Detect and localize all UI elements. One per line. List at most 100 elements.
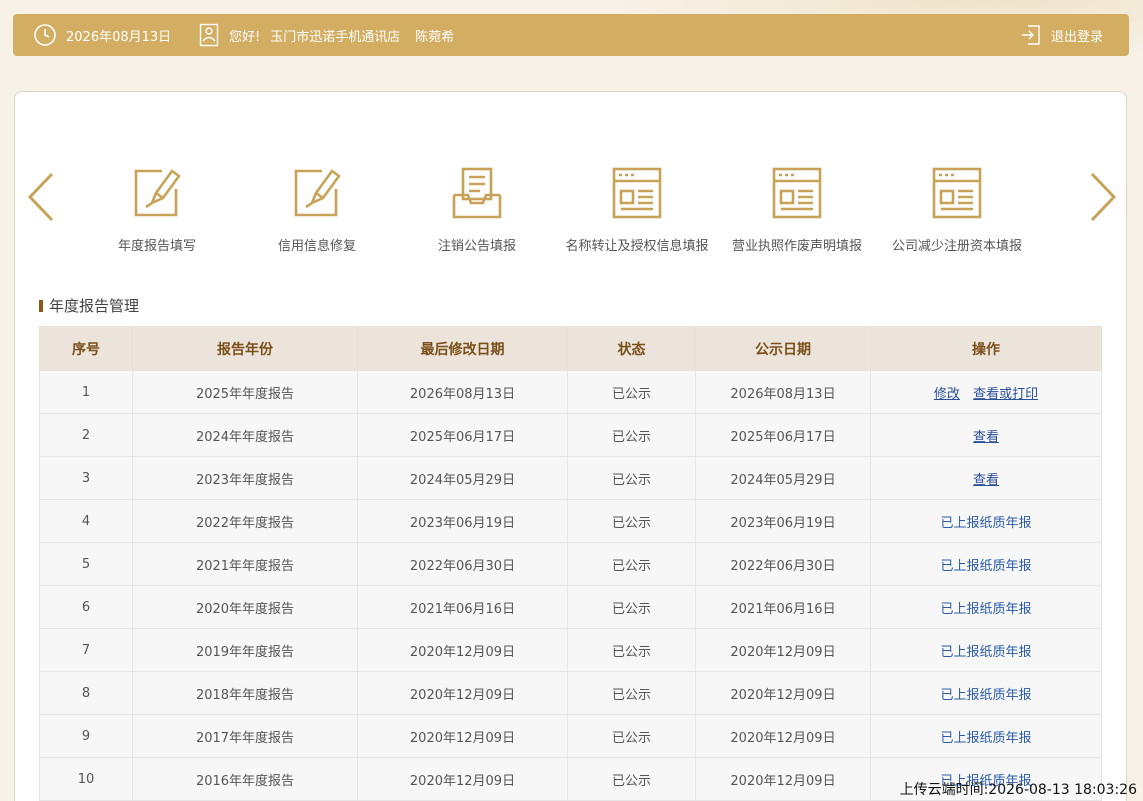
section-marker <box>39 299 43 312</box>
cell-actions: 已上报纸质年报 <box>870 499 1102 543</box>
cell-modified: 2024年05月29日 <box>357 456 568 500</box>
cell-modified: 2023年06月19日 <box>357 499 568 543</box>
document-list-icon <box>882 164 1032 219</box>
cell-year: 2018年年度报告 <box>132 671 358 715</box>
table-row: 4 2022年年度报告 2023年06月19日 已公示 2023年06月19日 … <box>39 499 1102 543</box>
inbox-document-icon <box>402 164 552 219</box>
cell-no: 7 <box>39 628 133 672</box>
view-print-link[interactable]: 查看或打印 <box>973 387 1038 402</box>
cell-modified: 2020年12月09日 <box>357 671 568 715</box>
cell-published: 2021年06月16日 <box>695 585 871 629</box>
date-display: 2026年08月13日 <box>33 14 171 56</box>
nav-annual-report[interactable]: 年度报告填写 <box>82 164 232 254</box>
table-row: 3 2023年年度报告 2024年05月29日 已公示 2024年05月29日 … <box>39 456 1102 500</box>
view-link[interactable]: 查看 <box>973 473 999 488</box>
table-row: 9 2017年年度报告 2020年12月09日 已公示 2020年12月09日 … <box>39 714 1102 758</box>
nav-credit-repair[interactable]: 信用信息修复 <box>242 164 392 254</box>
column-header: 报告年份 <box>132 326 358 371</box>
nav-license-void[interactable]: 营业执照作废声明填报 <box>722 164 872 254</box>
clock-icon <box>33 23 57 47</box>
paper-report-note: 已上报纸质年报 <box>940 687 1032 703</box>
logout-button[interactable]: 退出登录 <box>1021 14 1103 56</box>
cell-status: 已公示 <box>567 671 696 715</box>
logout-icon <box>1021 24 1041 46</box>
document-list-icon <box>562 164 712 219</box>
cell-published: 2020年12月09日 <box>695 714 871 758</box>
cell-status: 已公示 <box>567 542 696 586</box>
cell-published: 2026年08月13日 <box>695 370 871 414</box>
cell-no: 8 <box>39 671 133 715</box>
cell-year: 2019年年度报告 <box>132 628 358 672</box>
current-date: 2026年08月13日 <box>66 29 172 45</box>
user-info: 您好! 玉门市迅诺手机通讯店 陈菀希 <box>199 14 454 56</box>
column-header: 操作 <box>870 326 1102 371</box>
nav-label: 营业执照作废声明填报 <box>731 239 862 254</box>
prev-arrow-icon[interactable] <box>27 172 55 226</box>
column-header: 状态 <box>567 326 696 371</box>
cell-status: 已公示 <box>567 628 696 672</box>
table-row: 8 2018年年度报告 2020年12月09日 已公示 2020年12月09日 … <box>39 671 1102 715</box>
cell-status: 已公示 <box>567 757 696 801</box>
cell-year: 2025年年度报告 <box>132 370 358 414</box>
section-title-text: 年度报告管理 <box>49 297 140 315</box>
cell-no: 2 <box>39 413 133 457</box>
cell-actions: 已上报纸质年报 <box>870 585 1102 629</box>
cell-published: 2025年06月17日 <box>695 413 871 457</box>
annual-report-table: 序号 报告年份 最后修改日期 状态 公示日期 操作 1 2025年年度报告 20… <box>39 326 1102 801</box>
cell-status: 已公示 <box>567 499 696 543</box>
greeting-text: 您好! <box>229 29 261 45</box>
cell-year: 2017年年度报告 <box>132 714 358 758</box>
cell-actions: 修改 查看或打印 <box>870 370 1102 414</box>
cell-published: 2024年05月29日 <box>695 456 871 500</box>
cell-actions: 查看 <box>870 456 1102 500</box>
top-bar: 2026年08月13日 您好! 玉门市迅诺手机通讯店 陈菀希 退出登录 <box>13 14 1129 56</box>
cell-modified: 2020年12月09日 <box>357 757 568 801</box>
table-row: 2 2024年年度报告 2025年06月17日 已公示 2025年06月17日 … <box>39 413 1102 457</box>
column-header: 公示日期 <box>695 326 871 371</box>
column-header: 序号 <box>39 326 133 371</box>
form-edit-icon <box>242 164 392 219</box>
nav-name-transfer[interactable]: 名称转让及授权信息填报 <box>562 164 712 254</box>
cell-status: 已公示 <box>567 714 696 758</box>
cell-year: 2022年年度报告 <box>132 499 358 543</box>
cell-no: 10 <box>39 757 133 801</box>
cell-modified: 2021年06月16日 <box>357 585 568 629</box>
paper-report-note: 已上报纸质年报 <box>940 644 1032 660</box>
store-name: 玉门市迅诺手机通讯店 <box>270 29 401 45</box>
id-card-icon <box>199 23 219 47</box>
next-arrow-icon[interactable] <box>1089 172 1117 226</box>
cell-status: 已公示 <box>567 585 696 629</box>
cell-status: 已公示 <box>567 370 696 414</box>
cell-published: 2022年06月30日 <box>695 542 871 586</box>
cell-published: 2020年12月09日 <box>695 671 871 715</box>
cell-no: 4 <box>39 499 133 543</box>
nav-capital-reduction[interactable]: 公司减少注册资本填报 <box>882 164 1032 254</box>
table-row: 1 2025年年度报告 2026年08月13日 已公示 2026年08月13日 … <box>39 370 1102 414</box>
nav-cancellation-notice[interactable]: 注销公告填报 <box>402 164 552 254</box>
cell-actions: 已上报纸质年报 <box>870 714 1102 758</box>
cell-modified: 2022年06月30日 <box>357 542 568 586</box>
paper-report-note: 已上报纸质年报 <box>940 558 1032 574</box>
cell-published: 2023年06月19日 <box>695 499 871 543</box>
form-edit-icon <box>82 164 232 219</box>
nav-label: 年度报告填写 <box>117 239 196 254</box>
cell-no: 6 <box>39 585 133 629</box>
nav-label: 公司减少注册资本填报 <box>891 239 1022 254</box>
edit-link[interactable]: 修改 <box>934 387 960 402</box>
table-row: 7 2019年年度报告 2020年12月09日 已公示 2020年12月09日 … <box>39 628 1102 672</box>
cell-published: 2020年12月09日 <box>695 757 871 801</box>
cell-year: 2024年年度报告 <box>132 413 358 457</box>
cell-actions: 查看 <box>870 413 1102 457</box>
cell-published: 2020年12月09日 <box>695 628 871 672</box>
cell-actions: 已上报纸质年报 <box>870 628 1102 672</box>
cell-year: 2021年年度报告 <box>132 542 358 586</box>
paper-report-note: 已上报纸质年报 <box>940 601 1032 617</box>
table-header-row: 序号 报告年份 最后修改日期 状态 公示日期 操作 <box>39 326 1102 371</box>
cell-no: 1 <box>39 370 133 414</box>
document-list-icon <box>722 164 872 219</box>
user-name: 陈菀希 <box>415 29 455 45</box>
logout-label: 退出登录 <box>1051 29 1104 45</box>
cell-no: 5 <box>39 542 133 586</box>
cell-actions: 已上报纸质年报 <box>870 542 1102 586</box>
view-link[interactable]: 查看 <box>973 430 999 445</box>
